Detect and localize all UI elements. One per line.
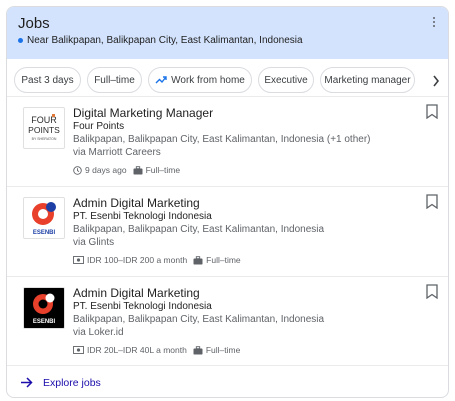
chip-executive[interactable]: Executive — [258, 67, 314, 93]
company-logo: ESENBI — [23, 287, 65, 329]
job-title[interactable]: Admin Digital Marketing — [73, 196, 200, 210]
briefcase-icon — [193, 345, 203, 355]
filter-chips: Past 3 days Full–time Work from home Exe… — [7, 59, 448, 97]
chip-label: Full–time — [94, 74, 135, 86]
salary-icon — [73, 346, 84, 354]
job-source: via Marriott Careers — [73, 147, 161, 158]
chip-label: Marketing manager — [324, 74, 411, 86]
job-title[interactable]: Admin Digital Marketing — [73, 286, 200, 300]
job-location: Balikpapan, Balikpapan City, East Kalima… — [73, 314, 325, 325]
job-listing[interactable]: ESENBI Admin Digital Marketing PT. Esenb… — [7, 277, 448, 366]
chip-full-time[interactable]: Full–time — [87, 67, 142, 93]
svg-text:ESENBI: ESENBI — [33, 230, 56, 236]
bookmark-icon[interactable] — [426, 284, 440, 300]
salary: IDR 100–IDR 200 a month — [87, 255, 188, 265]
explore-jobs-link[interactable]: Explore jobs — [7, 366, 448, 397]
jobs-header: Jobs Near Balikpapan, Balikpapan City, E… — [7, 7, 448, 59]
location-dot-icon — [18, 38, 23, 43]
job-meta: 9 days ago Full–time — [73, 165, 186, 175]
job-source: via Loker.id — [73, 327, 124, 338]
job-listing[interactable]: FOUR POINTS BY SHERATON Digital Marketin… — [7, 97, 448, 187]
job-meta: IDR 20L–IDR 40L a month Full–time — [73, 345, 246, 355]
trending-icon — [155, 76, 167, 84]
salary: IDR 20L–IDR 40L a month — [87, 345, 187, 355]
chip-past-3-days[interactable]: Past 3 days — [14, 67, 81, 93]
svg-text:BY SHERATON: BY SHERATON — [32, 137, 57, 141]
more-options-icon[interactable] — [428, 15, 440, 29]
arrow-right-icon — [20, 377, 33, 388]
employment-type: Full–time — [205, 345, 241, 355]
briefcase-icon — [133, 165, 143, 175]
posted-time: 9 days ago — [85, 165, 127, 175]
explore-jobs-label: Explore jobs — [43, 376, 101, 389]
job-location: Balikpapan, Balikpapan City, East Kalima… — [73, 224, 325, 235]
job-source: via Glints — [73, 237, 115, 248]
job-meta: IDR 100–IDR 200 a month Full–time — [73, 255, 247, 265]
company-logo: FOUR POINTS BY SHERATON — [23, 107, 65, 149]
svg-text:POINTS: POINTS — [28, 125, 60, 135]
briefcase-icon — [193, 255, 203, 265]
bookmark-icon[interactable] — [426, 104, 440, 120]
employment-type: Full–time — [206, 255, 241, 265]
location-text: Near Balikpapan, Balikpapan City, East K… — [27, 35, 303, 46]
company-logo: ESENBI — [23, 197, 65, 239]
jobs-card: Jobs Near Balikpapan, Balikpapan City, E… — [6, 6, 449, 398]
svg-text:ESENBI: ESENBI — [33, 319, 56, 325]
clock-icon — [73, 165, 82, 175]
chip-label: Past 3 days — [21, 74, 74, 86]
job-listing[interactable]: ESENBI Admin Digital Marketing PT. Esenb… — [7, 187, 448, 277]
job-location: Balikpapan, Balikpapan City, East Kalima… — [73, 134, 371, 145]
job-company: Four Points — [73, 121, 125, 132]
job-company: PT. Esenbi Teknologi Indonesia — [73, 301, 212, 312]
location-line: Near Balikpapan, Balikpapan City, East K… — [18, 35, 303, 46]
bookmark-icon[interactable] — [426, 194, 440, 210]
job-company: PT. Esenbi Teknologi Indonesia — [73, 211, 212, 222]
salary-icon — [73, 256, 84, 264]
chip-marketing-manager[interactable]: Marketing manager — [320, 67, 415, 93]
employment-type: Full–time — [145, 165, 181, 175]
chip-label: Executive — [264, 74, 308, 86]
jobs-title: Jobs — [18, 15, 50, 32]
chevron-right-icon[interactable] — [424, 68, 448, 94]
chip-label: Work from home — [171, 74, 245, 86]
job-title[interactable]: Digital Marketing Manager — [73, 106, 213, 120]
chip-work-from-home[interactable]: Work from home — [148, 67, 252, 93]
